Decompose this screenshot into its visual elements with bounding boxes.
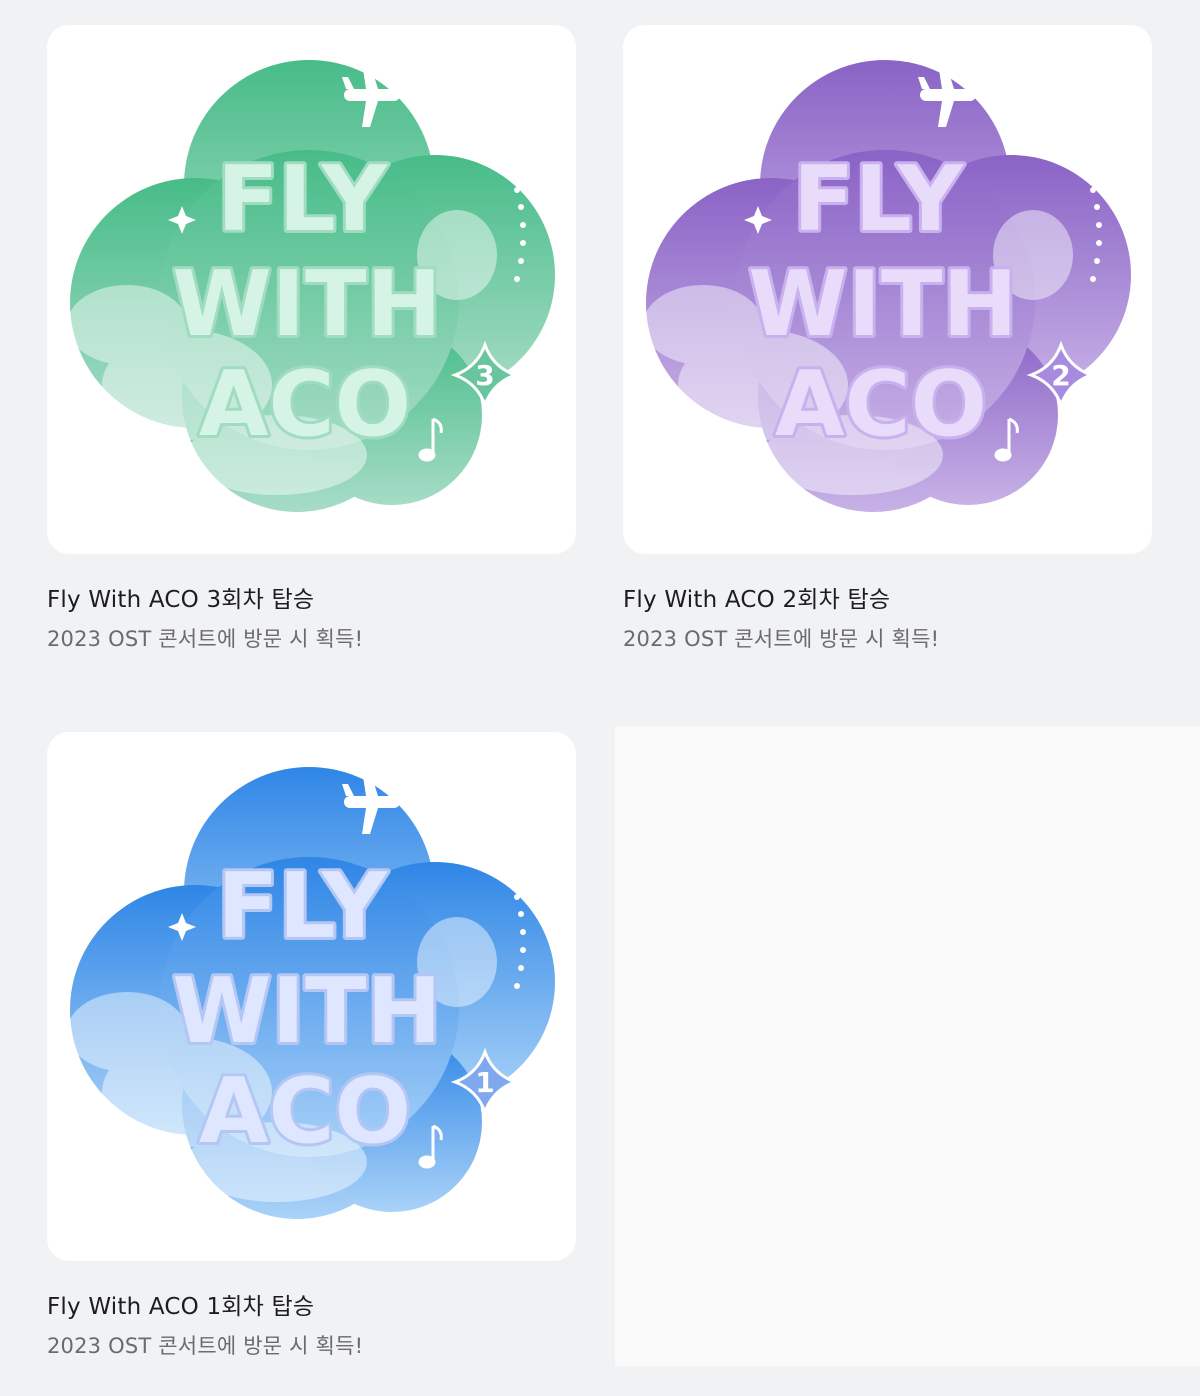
- empty-grid-slot: [615, 726, 1200, 1366]
- svg-text:WITH: WITH: [748, 252, 1017, 357]
- badge-image-2[interactable]: FLY WITH ACO 2: [623, 25, 1152, 554]
- svg-text:WITH: WITH: [172, 252, 441, 357]
- svg-text:FLY: FLY: [217, 147, 389, 252]
- badge-description: 2023 OST 콘서트에 방문 시 획득!: [47, 627, 364, 651]
- badge-title: Fly With ACO 2회차 탑승: [623, 587, 891, 613]
- badge-card-1[interactable]: FLY WITH ACO 1 Fly With ACO 1회차 탑승 2023 …: [47, 732, 578, 1361]
- badge-image-3[interactable]: FLY WITH ACO 3: [47, 25, 576, 554]
- badge-card-2[interactable]: FLY WITH ACO 2 Fly With ACO 2회차 탑승 2023 …: [623, 25, 1154, 654]
- badge-title: Fly With ACO 1회차 탑승: [47, 1294, 315, 1320]
- svg-text:1: 1: [475, 1066, 494, 1099]
- svg-text:ACO: ACO: [199, 352, 411, 457]
- badge-title: Fly With ACO 3회차 탑승: [47, 587, 315, 613]
- svg-text:2: 2: [1051, 359, 1070, 392]
- badge-description: 2023 OST 콘서트에 방문 시 획득!: [623, 627, 940, 651]
- svg-text:ACO: ACO: [199, 1059, 411, 1164]
- svg-text:ACO: ACO: [775, 352, 987, 457]
- svg-text:FLY: FLY: [793, 147, 965, 252]
- svg-text:3: 3: [475, 359, 494, 392]
- badge-description: 2023 OST 콘서트에 방문 시 획득!: [47, 1334, 364, 1358]
- badge-card-3[interactable]: FLY WITH ACO 3 Fly With ACO 3회차 탑승 2023 …: [47, 25, 578, 654]
- svg-text:WITH: WITH: [172, 959, 441, 1064]
- fly-with-aco-logo: FLY WITH ACO 3: [67, 60, 555, 512]
- fly-with-aco-logo: FLY WITH ACO 2: [643, 60, 1131, 512]
- fly-with-aco-logo: FLY WITH ACO 1: [67, 767, 555, 1219]
- badge-image-1[interactable]: FLY WITH ACO 1: [47, 732, 576, 1261]
- svg-text:FLY: FLY: [217, 854, 389, 959]
